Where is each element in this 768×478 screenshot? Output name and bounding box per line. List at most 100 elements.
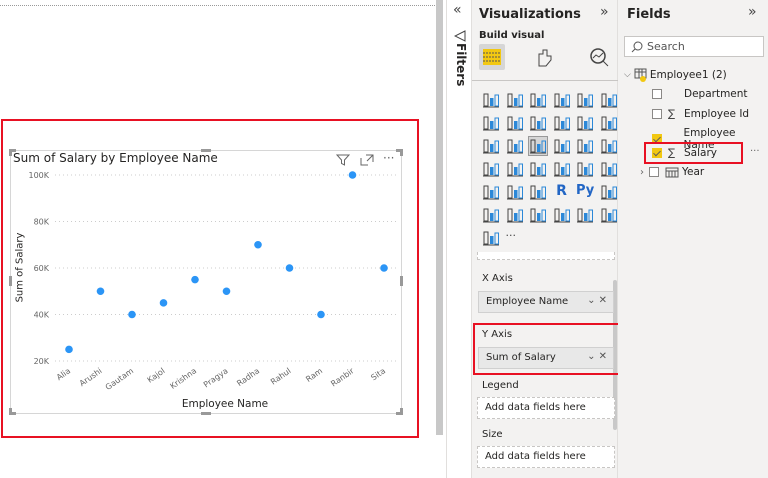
- line-chart-icon[interactable]: [482, 114, 500, 132]
- 100-stacked-bar-icon[interactable]: [576, 91, 594, 109]
- x-tick-label: Radha: [235, 366, 261, 388]
- y-tick-label: 100K: [28, 171, 49, 180]
- matrix-icon[interactable]: [529, 183, 547, 201]
- x-tick-label: Pragya: [202, 366, 230, 389]
- waterfall-icon[interactable]: [482, 137, 500, 155]
- data-point[interactable]: [191, 275, 199, 284]
- python-visual-icon[interactable]: Py: [576, 183, 594, 201]
- decomposition-tree-icon[interactable]: [482, 206, 500, 224]
- donut-chart-icon[interactable]: [576, 137, 594, 155]
- table-icon[interactable]: [506, 183, 524, 201]
- smart-narrative-icon[interactable]: [529, 206, 547, 224]
- field-checkbox[interactable]: [649, 167, 659, 177]
- filled-map-icon[interactable]: [506, 160, 524, 178]
- area-chart-icon[interactable]: [506, 114, 524, 132]
- data-point[interactable]: [222, 287, 231, 296]
- data-point[interactable]: [65, 345, 73, 354]
- pie-chart-icon[interactable]: [553, 137, 571, 155]
- table-employee1[interactable]: ⌵ Employee1 (2): [624, 68, 727, 82]
- table-name: Employee1 (2): [649, 69, 727, 81]
- stacked-area-icon[interactable]: [529, 114, 547, 132]
- treemap-icon[interactable]: [600, 137, 618, 155]
- table-icon: [634, 68, 647, 82]
- fields-title: Fields: [627, 7, 671, 22]
- search-input[interactable]: Search: [624, 36, 764, 57]
- expand-icon[interactable]: »: [748, 4, 757, 20]
- build-visual-label: Build visual: [479, 30, 545, 41]
- line-clustered-column-icon[interactable]: [576, 114, 594, 132]
- stacked-column-icon[interactable]: [506, 91, 524, 109]
- search-placeholder: Search: [647, 40, 685, 53]
- field-checkbox[interactable]: [652, 108, 662, 119]
- qa-icon[interactable]: [506, 206, 524, 224]
- card-icon[interactable]: [553, 160, 571, 178]
- y-tick-label: 80K: [34, 218, 50, 227]
- x-tick-label: Alia: [55, 366, 72, 382]
- salary-highlight-box: [644, 142, 743, 164]
- filters-label[interactable]: Filters: [454, 43, 468, 91]
- chevron-down-remove-icons[interactable]: ⌄ ✕: [587, 295, 607, 306]
- field-item[interactable]: Department: [652, 88, 748, 100]
- ribbon-chart-icon[interactable]: [600, 114, 618, 132]
- data-point[interactable]: [348, 171, 357, 179]
- data-point[interactable]: [317, 310, 325, 319]
- 100-stacked-column-icon[interactable]: [600, 91, 618, 109]
- kpi-icon[interactable]: [600, 160, 618, 178]
- filters-pane[interactable]: « Filters: [446, 0, 472, 478]
- x-axis-label: X Axis: [482, 273, 513, 284]
- field-checkbox[interactable]: [652, 89, 662, 99]
- analytics-icon[interactable]: [588, 46, 610, 68]
- data-point[interactable]: [380, 264, 388, 272]
- calendar-icon: [665, 167, 679, 178]
- line-column-icon[interactable]: [553, 114, 571, 132]
- data-point[interactable]: [254, 240, 262, 249]
- y-axis-title-wrap: Sum of Salary: [6, 228, 34, 308]
- x-tick-label: Kajol: [146, 366, 167, 384]
- funnel-icon[interactable]: [506, 137, 524, 155]
- field-item[interactable]: › Year: [640, 166, 704, 178]
- chevron-down-remove-icons[interactable]: ⌄ ✕: [587, 351, 607, 362]
- y-axis-field: Sum of Salary: [486, 352, 556, 363]
- map-icon[interactable]: [482, 160, 500, 178]
- key-influencers-icon[interactable]: [600, 183, 618, 201]
- format-visual-icon[interactable]: [534, 46, 556, 68]
- stacked-bar-icon[interactable]: [482, 91, 500, 109]
- multi-row-card-icon[interactable]: [576, 160, 594, 178]
- more-options-icon[interactable]: ···: [506, 229, 524, 247]
- more-visuals-icon[interactable]: [482, 229, 500, 247]
- r-visual-icon[interactable]: R: [553, 183, 571, 201]
- chevron-right-icon[interactable]: ›: [640, 167, 644, 178]
- canvas-scrollbar[interactable]: [436, 0, 443, 435]
- size-well[interactable]: Add data fields here: [477, 446, 615, 468]
- data-point[interactable]: [128, 310, 136, 319]
- data-point[interactable]: [96, 287, 105, 296]
- build-visual-tab[interactable]: [479, 44, 505, 70]
- clustered-bar-icon[interactable]: [529, 91, 547, 109]
- y-axis-well[interactable]: Sum of Salary ⌄ ✕: [478, 347, 614, 369]
- field-label: Department: [684, 88, 748, 100]
- x-tick-label: Krishna: [168, 366, 198, 391]
- slicer-icon[interactable]: [482, 183, 500, 201]
- legend-well[interactable]: Add data fields here: [477, 397, 615, 419]
- clustered-column-icon[interactable]: [553, 91, 571, 109]
- y-axis-title: Sum of Salary: [14, 232, 26, 303]
- data-point[interactable]: [285, 264, 294, 272]
- expand-icon[interactable]: »: [600, 4, 609, 20]
- data-point[interactable]: [159, 299, 168, 307]
- paginated-report-icon[interactable]: [553, 206, 571, 224]
- y-tick-label: 20K: [34, 357, 50, 366]
- gauge-icon[interactable]: [529, 160, 547, 178]
- y-tick-label: 40K: [34, 311, 50, 320]
- x-tick-label: Ranbir: [329, 366, 356, 389]
- chevron-down-icon[interactable]: ⌵: [624, 70, 631, 80]
- more-options-icon[interactable]: ···: [750, 146, 760, 157]
- y-tick-label: 60K: [34, 264, 50, 273]
- power-automate-icon[interactable]: [600, 206, 618, 224]
- scatter-chart-icon[interactable]: [528, 136, 548, 156]
- x-axis-well[interactable]: Employee Name ⌄ ✕: [478, 291, 614, 313]
- power-apps-icon[interactable]: [576, 206, 594, 224]
- field-item[interactable]: ∑ Employee Id: [652, 108, 749, 120]
- collapse-filters-icon[interactable]: «: [453, 2, 462, 18]
- fields-well-icon: [483, 49, 501, 65]
- x-tick-label: Arushi: [78, 366, 104, 388]
